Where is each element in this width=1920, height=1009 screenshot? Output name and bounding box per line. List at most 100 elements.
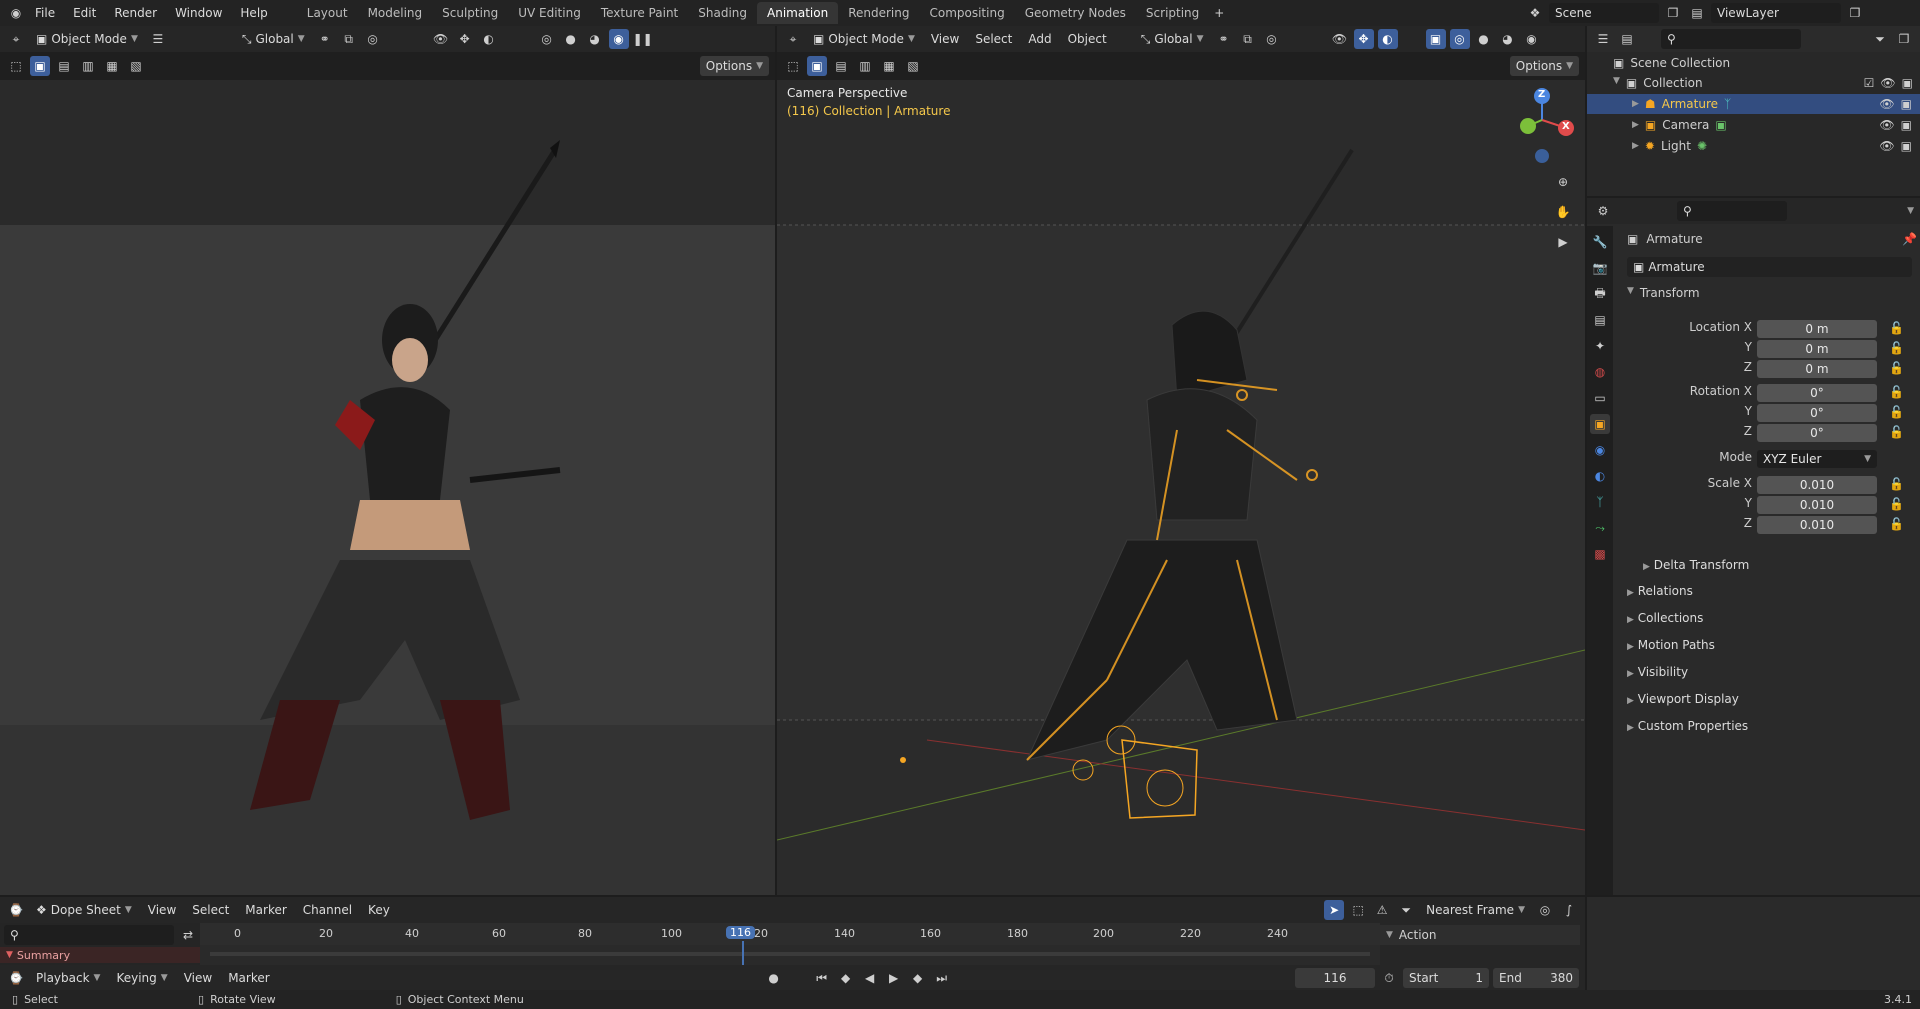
- proportional-edit-icon[interactable]: ◎: [1535, 900, 1555, 920]
- new-scene-icon[interactable]: ❐: [1663, 3, 1683, 23]
- action-header[interactable]: ▼ Action: [1380, 925, 1580, 945]
- pivot-icon[interactable]: ⚭: [1214, 29, 1234, 49]
- swap-icon[interactable]: ⇄: [178, 925, 198, 945]
- constraint-tab-icon[interactable]: ᛉ: [1590, 492, 1610, 512]
- subpanel-collections[interactable]: ▶ Collections: [1627, 611, 1703, 625]
- jump-end-icon[interactable]: ⏭: [932, 968, 952, 988]
- location-y-field[interactable]: 0 m: [1757, 340, 1877, 358]
- overlay-icon[interactable]: ◐: [479, 29, 499, 49]
- checkbox-icon[interactable]: ☑: [1864, 76, 1875, 90]
- show-hidden-icon[interactable]: ⬚: [1348, 900, 1368, 920]
- only-selected-icon[interactable]: ➤: [1324, 900, 1345, 920]
- clock-icon[interactable]: ⏱: [1379, 968, 1399, 988]
- chevron-right-icon[interactable]: ▶: [1632, 99, 1639, 109]
- tool-select-icon[interactable]: ⬚: [783, 56, 803, 76]
- current-frame-field[interactable]: 116: [1295, 968, 1375, 988]
- lock-icon[interactable]: 🔓: [1889, 405, 1904, 419]
- menu-window[interactable]: Window: [166, 6, 231, 20]
- lock-icon[interactable]: 🔓: [1889, 385, 1904, 399]
- tool-select-icon[interactable]: ⬚: [6, 56, 26, 76]
- jump-start-icon[interactable]: ⏮: [812, 968, 832, 988]
- tool-tab-icon[interactable]: 🔧: [1590, 232, 1610, 252]
- gizmo-icon[interactable]: ✥: [455, 29, 475, 49]
- lock-icon[interactable]: 🔓: [1889, 341, 1904, 355]
- menu-render[interactable]: Render: [105, 6, 166, 20]
- tab-scripting[interactable]: Scripting: [1136, 2, 1209, 24]
- rotation-y-field[interactable]: 0°: [1757, 404, 1877, 422]
- snap-icon[interactable]: ⧉: [339, 29, 359, 49]
- texture-tab-icon[interactable]: ▩: [1590, 544, 1610, 564]
- play-icon[interactable]: ▶: [884, 968, 904, 988]
- scale-x-field[interactable]: 0.010: [1757, 476, 1877, 494]
- left-options-button[interactable]: Options ▼: [699, 56, 769, 76]
- left-orientation-select[interactable]: ⤡ Global ▼: [236, 29, 311, 49]
- tab-uv-editing[interactable]: UV Editing: [508, 2, 591, 24]
- right-viewport[interactable]: Camera Perspective (116) Collection | Ar…: [777, 80, 1585, 895]
- object-tab-icon[interactable]: ▣: [1590, 414, 1610, 434]
- view-layer-field[interactable]: ViewLayer: [1711, 3, 1841, 23]
- select-subtract-icon[interactable]: ▥: [78, 56, 98, 76]
- tab-shading[interactable]: Shading: [688, 2, 757, 24]
- hamburger-icon[interactable]: ☰: [148, 29, 168, 49]
- solid-shading-icon[interactable]: ●: [561, 29, 581, 49]
- blender-logo-icon[interactable]: ◉: [6, 3, 26, 23]
- tab-layout[interactable]: Layout: [297, 2, 358, 24]
- camera-icon[interactable]: ▣: [1901, 118, 1912, 132]
- dopesheet-timeline[interactable]: 0 20 40 60 80 100 120 140 160 180 200 22…: [200, 923, 1380, 965]
- chevron-down-icon[interactable]: ▼: [1613, 76, 1620, 90]
- play-reverse-icon[interactable]: ◀: [860, 968, 880, 988]
- next-keyframe-icon[interactable]: ◆: [908, 968, 928, 988]
- tab-animation[interactable]: Animation: [757, 2, 839, 24]
- tab-rendering[interactable]: Rendering: [838, 2, 919, 24]
- tab-geometry-nodes[interactable]: Geometry Nodes: [1015, 2, 1136, 24]
- collection-tab-icon[interactable]: ▭: [1590, 388, 1610, 408]
- material-shading-icon[interactable]: ◕: [585, 29, 605, 49]
- visibility-icon[interactable]: 👁: [1330, 29, 1350, 49]
- object-name-field[interactable]: ▣ Armature: [1627, 257, 1912, 277]
- proportional-edit-icon[interactable]: ◎: [363, 29, 383, 49]
- view-layer-tab-icon[interactable]: ▤: [1590, 310, 1610, 330]
- transform-panel-header[interactable]: ▼ Transform: [1627, 286, 1700, 300]
- lock-icon[interactable]: 🔓: [1889, 425, 1904, 439]
- right-orientation-select[interactable]: ⤡ Global ▼: [1135, 29, 1210, 49]
- select-invert-icon[interactable]: ▦: [102, 56, 122, 76]
- select-invert-icon[interactable]: ▦: [879, 56, 899, 76]
- chevron-right-icon[interactable]: ▶: [1632, 141, 1639, 151]
- ds-menu-marker[interactable]: Marker: [239, 900, 292, 920]
- filter-icon[interactable]: ⏷: [1396, 900, 1416, 920]
- editor-type-icon[interactable]: ⌖: [6, 29, 26, 49]
- playback-menu[interactable]: Playback ▼: [30, 968, 106, 988]
- display-mode-icon[interactable]: ▤: [1617, 29, 1637, 49]
- navigation-gizmo[interactable]: Z X: [1500, 84, 1580, 164]
- menu-file[interactable]: File: [26, 6, 64, 20]
- camera-icon[interactable]: ▣: [1901, 139, 1912, 153]
- menu-object[interactable]: Object: [1062, 29, 1113, 49]
- editor-type-icon[interactable]: ⌚: [6, 968, 26, 988]
- wireframe-shading-icon[interactable]: ◎: [1449, 29, 1470, 49]
- physics-tab-icon[interactable]: ◐: [1590, 466, 1610, 486]
- editor-type-icon[interactable]: ⌖: [783, 29, 803, 49]
- outliner-row-scene-collection[interactable]: ▣ Scene Collection: [1613, 56, 1730, 70]
- scene-field[interactable]: Scene: [1549, 3, 1659, 23]
- lock-icon[interactable]: 🔓: [1889, 477, 1904, 491]
- lock-icon[interactable]: 🔓: [1889, 361, 1904, 375]
- ds-menu-view[interactable]: View: [142, 900, 182, 920]
- subpanel-viewport-display[interactable]: ▶ Viewport Display: [1627, 692, 1739, 706]
- solid-shading-icon[interactable]: ●: [1474, 29, 1494, 49]
- wireframe-shading-icon[interactable]: ◎: [537, 29, 557, 49]
- tab-texture-paint[interactable]: Texture Paint: [591, 2, 688, 24]
- zoom-icon[interactable]: ⊕: [1553, 172, 1573, 192]
- end-frame-field[interactable]: End 380: [1493, 968, 1579, 988]
- properties-search[interactable]: ⚲: [1677, 201, 1787, 221]
- camera-icon[interactable]: ▣: [1902, 76, 1913, 90]
- curve-icon[interactable]: ∫: [1559, 900, 1579, 920]
- scale-z-field[interactable]: 0.010: [1757, 516, 1877, 534]
- select-intersect-icon[interactable]: ▧: [126, 56, 146, 76]
- right-options-button[interactable]: Options ▼: [1509, 56, 1579, 76]
- modifier-tab-icon[interactable]: ◉: [1590, 440, 1610, 460]
- add-workspace-icon[interactable]: +: [1209, 3, 1229, 23]
- select-box-icon[interactable]: ▣: [807, 56, 827, 76]
- menu-help[interactable]: Help: [231, 6, 276, 20]
- eye-icon[interactable]: 👁: [1879, 139, 1894, 153]
- data-tab-icon[interactable]: ⤳: [1590, 518, 1610, 538]
